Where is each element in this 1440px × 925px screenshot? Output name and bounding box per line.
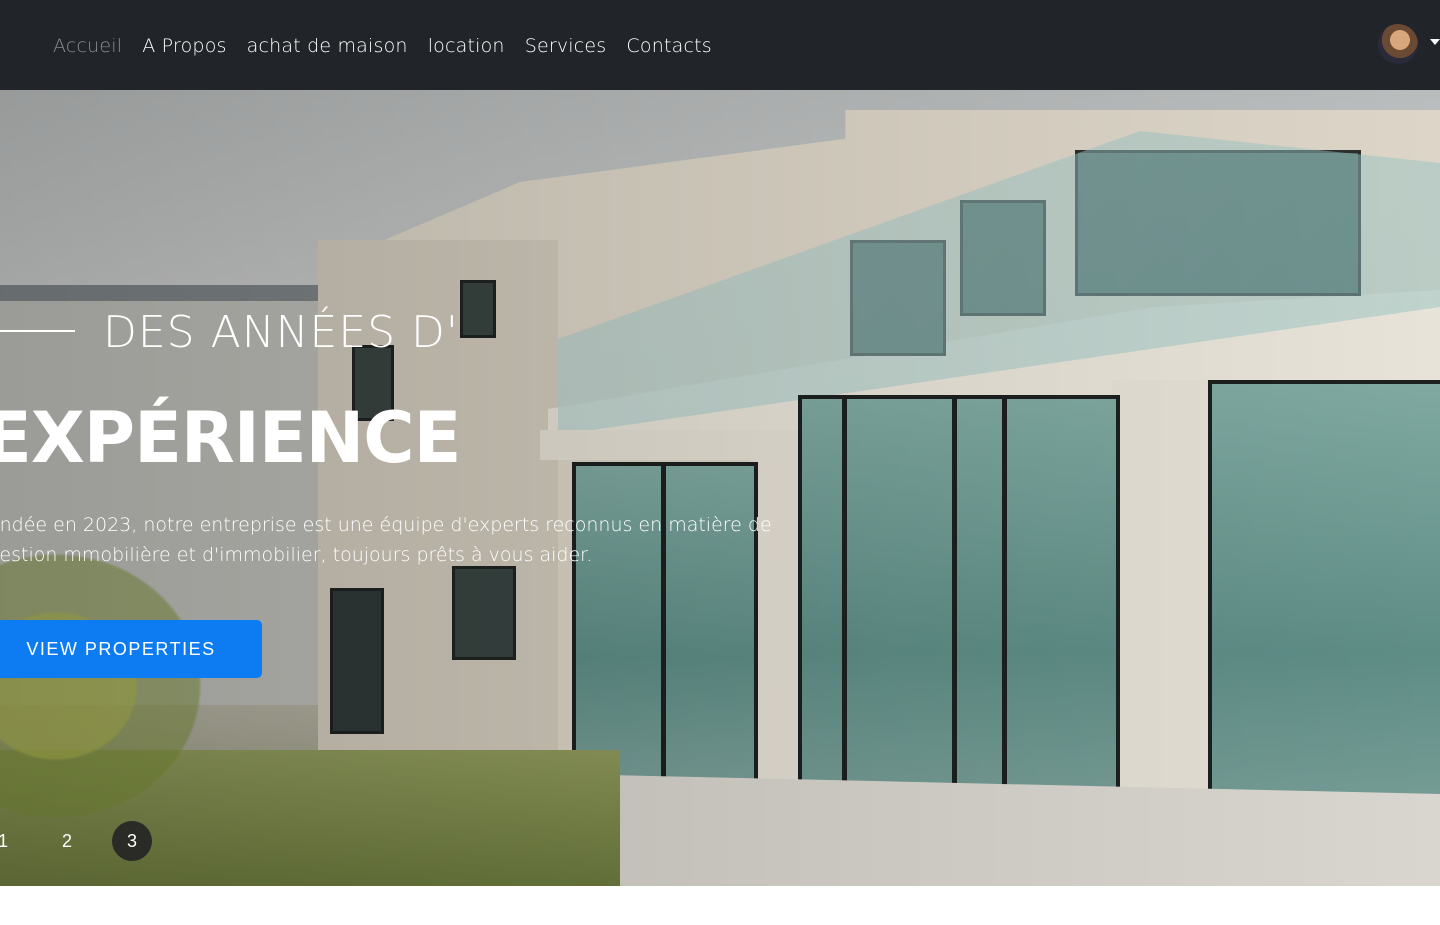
nav-link-achat-de-maison[interactable]: achat de maison: [237, 33, 418, 59]
nav-link-accueil[interactable]: Accueil: [43, 33, 132, 59]
caret-down-icon[interactable]: [1430, 39, 1440, 45]
hero-subtitle: DES ANNÉES D': [103, 307, 460, 358]
user-menu-toggle[interactable]: [1378, 24, 1440, 66]
hero-title: EXPÉRIENCE: [0, 397, 461, 479]
carousel-indicator-3[interactable]: 3: [112, 821, 152, 861]
nav-link-location[interactable]: location: [418, 33, 515, 59]
top-navbar: Accueil A Propos achat de maison locatio…: [0, 0, 1440, 90]
carousel-indicator-2[interactable]: 2: [47, 821, 87, 861]
nav-links: Accueil A Propos achat de maison locatio…: [43, 33, 722, 59]
caption-divider-line: [0, 330, 75, 332]
nav-link-a-propos[interactable]: A Propos: [132, 33, 236, 59]
nav-link-contacts[interactable]: Contacts: [616, 33, 721, 59]
nav-link-services[interactable]: Services: [515, 33, 617, 59]
hero-description: ondée en 2023, notre entreprise est une …: [0, 514, 772, 566]
view-properties-button[interactable]: VIEW PROPERTIES: [0, 620, 262, 678]
user-avatar-icon[interactable]: [1378, 24, 1418, 64]
hero-carousel: DES ANNÉES D' EXPÉRIENCE ondée en 2023, …: [0, 90, 1440, 886]
